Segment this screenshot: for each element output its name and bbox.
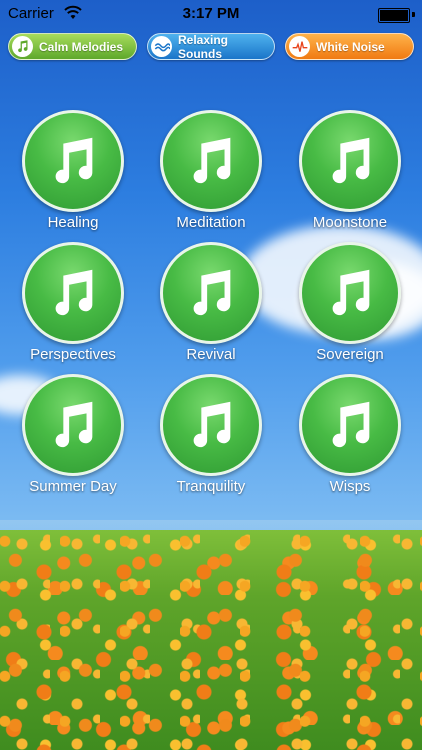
music-note-icon (160, 374, 262, 476)
music-note-icon (299, 374, 401, 476)
melody-sovereign[interactable]: Sovereign (279, 242, 419, 367)
melody-moonstone[interactable]: Moonstone (279, 110, 419, 235)
melody-wisps[interactable]: Wisps (279, 374, 419, 499)
melody-tranquility[interactable]: Tranquility (140, 374, 280, 499)
melody-revival[interactable]: Revival (140, 242, 280, 367)
tab-relaxing-sounds[interactable]: Relaxing Sounds (147, 32, 275, 61)
tab-calm-melodies[interactable]: Calm Melodies (8, 33, 137, 60)
music-note-icon (299, 110, 401, 212)
melody-label: Summer Day (29, 478, 117, 495)
melody-label: Meditation (176, 214, 246, 231)
melody-perspectives[interactable]: Perspectives (2, 242, 142, 367)
melody-label: Revival (186, 346, 236, 363)
category-bar: Calm Melodies Relaxing Sounds White Nois… (0, 33, 422, 61)
melody-label: Perspectives (30, 346, 116, 363)
tab-label: Relaxing Sounds (178, 32, 229, 61)
battery-tip (412, 12, 415, 17)
music-note-icon (160, 242, 262, 344)
music-note-icon (12, 36, 33, 57)
pulse-icon (289, 36, 310, 57)
melody-healing[interactable]: Healing (2, 110, 142, 235)
music-note-icon (22, 374, 124, 476)
battery-icon (378, 8, 410, 23)
music-note-icon (22, 242, 124, 344)
tab-white-noise[interactable]: White Noise (285, 33, 414, 60)
melody-label: Moonstone (312, 214, 388, 231)
melody-summer-day[interactable]: Summer Day (2, 374, 142, 499)
flower-field-background (0, 530, 422, 750)
melody-label: Sovereign (316, 346, 384, 363)
melody-label: Tranquility (176, 478, 246, 495)
melody-label: Wisps (329, 478, 371, 495)
tab-label: Calm Melodies (39, 39, 124, 54)
melody-meditation[interactable]: Meditation (140, 110, 280, 235)
clock: 3:17 PM (182, 5, 240, 22)
wave-icon (151, 36, 172, 57)
music-note-icon (160, 110, 262, 212)
tab-label: White Noise (316, 39, 385, 54)
music-note-icon (22, 110, 124, 212)
status-bar: Carrier 3:17 PM (0, 0, 422, 28)
melody-label: Healing (47, 214, 99, 231)
music-note-icon (299, 242, 401, 344)
